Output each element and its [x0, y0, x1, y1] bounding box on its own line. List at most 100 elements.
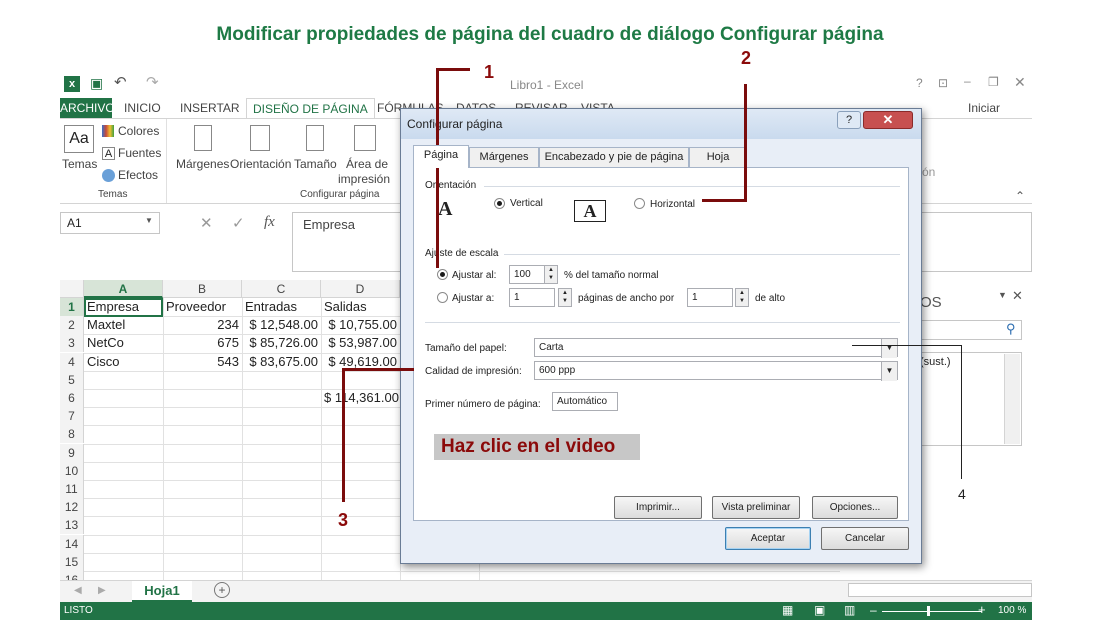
confirm-entry-icon[interactable]: ✓: [232, 214, 245, 232]
add-sheet-icon[interactable]: +: [214, 582, 230, 598]
row-header[interactable]: 3: [60, 334, 84, 353]
adjust-to-radio[interactable]: [437, 292, 448, 303]
normal-view-icon[interactable]: ▦: [782, 603, 793, 617]
print-button[interactable]: Imprimir...: [614, 496, 702, 519]
search-icon[interactable]: ⚲: [1006, 321, 1016, 337]
table-cell[interactable]: Empresa: [84, 298, 163, 316]
row-header[interactable]: 1: [60, 298, 84, 316]
margins-button[interactable]: Márgenes: [176, 157, 229, 171]
task-pane-close-icon[interactable]: ✕: [1012, 288, 1023, 304]
options-button[interactable]: Opciones...: [812, 496, 898, 519]
insert-function-icon[interactable]: fx: [264, 214, 275, 231]
chevron-down-icon[interactable]: ▼: [881, 339, 897, 358]
column-header-b[interactable]: B: [163, 280, 242, 298]
sheet-prev-icon[interactable]: ◀: [74, 585, 82, 596]
chevron-down-icon[interactable]: ▼: [881, 362, 897, 381]
ok-button[interactable]: Aceptar: [725, 527, 811, 550]
row-header[interactable]: 9: [60, 443, 84, 462]
scale-spinner[interactable]: ▲ ▼: [544, 265, 558, 284]
task-pane-item[interactable]: (sust.): [920, 356, 951, 368]
video-link[interactable]: Haz clic en el video: [434, 434, 640, 460]
table-cell[interactable]: 675: [163, 334, 242, 352]
print-area-button[interactable]: Área de: [346, 157, 388, 171]
row-header[interactable]: 5: [60, 370, 84, 389]
cancel-entry-icon[interactable]: ✕: [200, 214, 213, 232]
table-cell[interactable]: NetCo: [84, 334, 163, 352]
row-header[interactable]: 7: [60, 407, 84, 426]
total-cell[interactable]: $ 114,361.00: [321, 389, 400, 407]
ribbon-display-icon[interactable]: ⊡: [938, 76, 948, 90]
row-header[interactable]: 12: [60, 498, 84, 517]
column-header-c[interactable]: C: [242, 280, 321, 298]
close-icon[interactable]: ✕: [1014, 74, 1026, 91]
first-page-input[interactable]: Automático: [552, 392, 618, 411]
table-cell[interactable]: Proveedor: [163, 298, 242, 316]
collapse-ribbon-icon[interactable]: ⌃: [1015, 189, 1025, 203]
table-cell[interactable]: $ 12,548.00: [242, 316, 321, 334]
page-layout-view-icon[interactable]: ▣: [814, 603, 825, 617]
colors-button[interactable]: Colores: [118, 124, 159, 138]
row-header[interactable]: 14: [60, 534, 84, 553]
tab-pagina[interactable]: Página: [413, 145, 469, 168]
undo-icon[interactable]: ↶: [114, 73, 127, 91]
signin-link[interactable]: Iniciar sesión: [968, 98, 1032, 135]
restore-icon[interactable]: ❐: [988, 75, 999, 89]
pages-wide-input[interactable]: 1: [509, 288, 555, 307]
orientation-button[interactable]: Orientación: [230, 157, 291, 171]
cancel-button[interactable]: Cancelar: [821, 527, 909, 550]
row-header[interactable]: 15: [60, 552, 84, 571]
themes-icon[interactable]: Aa: [64, 125, 94, 153]
row-header[interactable]: 4: [60, 352, 84, 371]
themes-button[interactable]: Temas: [62, 157, 97, 171]
row-header[interactable]: 10: [60, 461, 84, 480]
print-quality-select[interactable]: 600 ppp ▼: [534, 361, 898, 381]
pages-wide-spinner[interactable]: ▲ ▼: [558, 288, 572, 307]
tab-margenes[interactable]: Márgenes: [469, 147, 539, 167]
scale-percent-input[interactable]: 100: [509, 265, 545, 284]
minimize-icon[interactable]: –: [964, 74, 971, 88]
pages-tall-input[interactable]: 1: [687, 288, 733, 307]
help-icon[interactable]: ?: [916, 76, 923, 90]
column-header-a[interactable]: A: [84, 280, 163, 298]
tab-insert[interactable]: INSERTAR: [180, 98, 240, 118]
pages-tall-spinner[interactable]: ▲ ▼: [735, 288, 749, 307]
table-cell[interactable]: $ 53,987.00: [321, 334, 400, 352]
table-cell[interactable]: $ 83,675.00: [242, 353, 321, 371]
page-break-view-icon[interactable]: ▥: [844, 603, 855, 617]
tab-home[interactable]: INICIO: [124, 98, 161, 118]
tab-page-layout[interactable]: DISEÑO DE PÁGINA: [246, 98, 375, 118]
paper-size-select[interactable]: Carta ▼: [534, 338, 898, 358]
tab-encabezado[interactable]: Encabezado y pie de página: [539, 147, 689, 167]
dialog-close-button[interactable]: ✕: [863, 111, 913, 129]
tab-file[interactable]: ARCHIVO: [60, 98, 115, 118]
vertical-radio[interactable]: [494, 198, 505, 209]
sheet-next-icon[interactable]: ▶: [98, 585, 106, 596]
effects-button[interactable]: Efectos: [118, 168, 158, 182]
task-pane-scrollbar[interactable]: [1004, 354, 1020, 444]
fit-to-radio[interactable]: [437, 269, 448, 280]
zoom-out-icon[interactable]: –: [870, 603, 877, 617]
task-pane-menu-icon[interactable]: ▼: [998, 290, 1007, 300]
row-header[interactable]: 11: [60, 480, 84, 498]
table-cell[interactable]: $ 10,755.00: [321, 316, 400, 334]
zoom-in-icon[interactable]: +: [978, 602, 986, 617]
zoom-thumb[interactable]: [927, 606, 930, 616]
table-cell[interactable]: Entradas: [242, 298, 321, 316]
select-all-corner[interactable]: [60, 280, 84, 298]
horizontal-radio[interactable]: [634, 198, 645, 209]
redo-icon[interactable]: ↷: [146, 73, 159, 91]
column-header-d[interactable]: D: [321, 280, 400, 298]
dialog-help-button[interactable]: ?: [837, 111, 861, 129]
fonts-button[interactable]: Fuentes: [118, 146, 161, 160]
task-pane-dropdown[interactable]: [848, 583, 1032, 597]
row-header[interactable]: 6: [60, 389, 84, 407]
save-icon[interactable]: ▣: [90, 75, 103, 92]
row-header[interactable]: 13: [60, 516, 84, 535]
row-header[interactable]: 8: [60, 425, 84, 444]
table-cell[interactable]: 234: [163, 316, 242, 334]
table-cell[interactable]: 543: [163, 353, 242, 371]
sheet-tab-hoja1[interactable]: Hoja1: [132, 581, 192, 602]
print-preview-button[interactable]: Vista preliminar: [712, 496, 800, 519]
table-cell[interactable]: Cisco: [84, 353, 163, 371]
table-cell[interactable]: $ 85,726.00: [242, 334, 321, 352]
